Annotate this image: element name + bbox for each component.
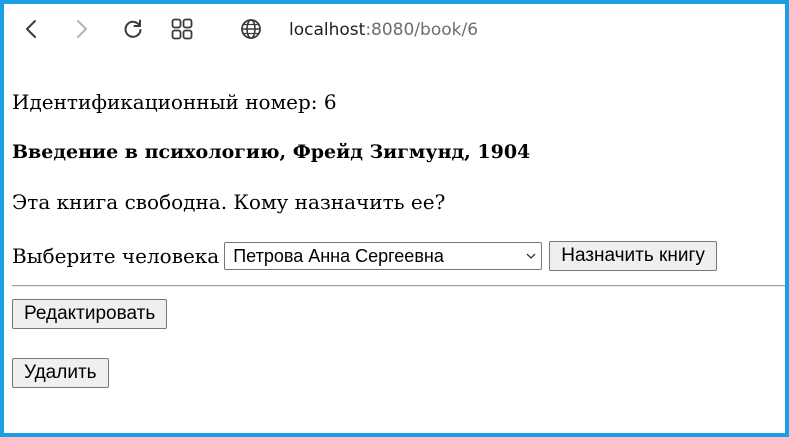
forward-button[interactable] [67, 15, 95, 43]
address-path: :8080/book/6 [365, 20, 479, 40]
edit-button[interactable]: Редактировать [12, 299, 168, 329]
address-host: localhost [289, 20, 366, 40]
person-select-value: Петрова Анна Сергеевна [233, 245, 444, 266]
reload-icon [124, 19, 142, 38]
browser-toolbar: localhost:8080/book/6 [4, 4, 785, 58]
tab-grid-icon [171, 18, 193, 40]
person-select-label: Выберите человека [12, 244, 220, 268]
book-id-text: Идентификационный номер: 6 [12, 90, 337, 114]
chevron-down-icon [526, 253, 536, 259]
divider [12, 285, 785, 287]
book-status-text: Эта книга свободна. Кому назначить ее? [12, 190, 446, 214]
globe-icon [241, 19, 261, 39]
book-title-text: Введение в психологию, Фрейд Зигмунд, 19… [12, 141, 531, 163]
delete-button[interactable]: Удалить [12, 358, 109, 388]
back-arrow-icon [26, 20, 36, 38]
assign-form: Выберите человека Петрова Анна Сергеевна… [12, 240, 717, 272]
tabs-button[interactable] [168, 15, 196, 43]
site-info-button[interactable] [237, 15, 265, 43]
person-select[interactable]: Петрова Анна Сергеевна [224, 242, 543, 270]
reload-button[interactable] [119, 15, 147, 43]
forward-arrow-icon [77, 20, 87, 38]
address-bar[interactable]: localhost:8080/book/6 [289, 18, 478, 42]
browser-window: localhost:8080/book/6 Идентификационный … [0, 0, 789, 437]
back-button[interactable] [18, 15, 46, 43]
assign-book-button[interactable]: Назначить книгу [549, 241, 717, 271]
